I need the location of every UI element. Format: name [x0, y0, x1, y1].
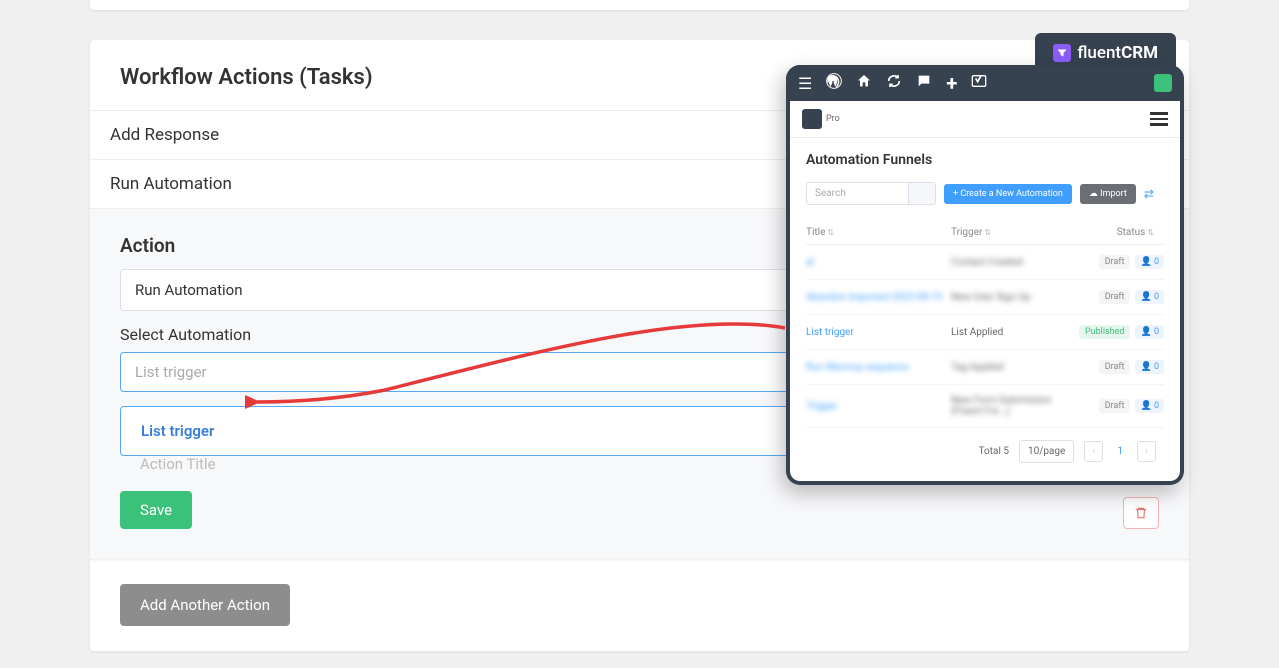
- sort-icon: ⇅: [827, 228, 834, 237]
- hamburger-icon[interactable]: [1150, 112, 1168, 126]
- action-title-hint: Action Title: [140, 455, 216, 473]
- fluentcrm-popup: ☰ + Pro Automation Funnels: [786, 65, 1184, 485]
- swap-icon[interactable]: ⇄: [1144, 187, 1154, 201]
- wordpress-icon[interactable]: [826, 73, 842, 93]
- per-page-select[interactable]: 10/page: [1019, 440, 1074, 463]
- status-badge: Draft: [1099, 399, 1131, 413]
- table-row[interactable]: List trigger List Applied Published👤 0: [806, 315, 1164, 350]
- next-page[interactable]: ›: [1137, 441, 1156, 462]
- pro-badge: Pro: [826, 114, 840, 124]
- status-badge: Draft: [1099, 290, 1131, 304]
- funnel-section-title: Automation Funnels: [806, 152, 1164, 168]
- count-badge: 👤 0: [1135, 325, 1164, 339]
- current-page: 1: [1113, 446, 1127, 457]
- create-automation-button[interactable]: + Create a New Automation: [944, 184, 1072, 204]
- col-title[interactable]: Title⇅: [806, 227, 951, 238]
- sort-icon: ⇅: [1147, 228, 1154, 237]
- automation-link[interactable]: List trigger: [806, 327, 951, 338]
- total-count: Total 5: [979, 446, 1009, 457]
- home-icon[interactable]: [856, 73, 872, 93]
- add-another-action-button[interactable]: Add Another Action: [120, 584, 290, 626]
- status-badge: Draft: [1099, 255, 1131, 269]
- fluentcrm-logo-icon: [1053, 44, 1071, 62]
- table-row[interactable]: al Contact Created Draft👤 0: [806, 245, 1164, 280]
- app-logo-icon: [802, 109, 822, 129]
- bottom-panel: Add Another Action: [90, 559, 1189, 651]
- save-button[interactable]: Save: [120, 491, 192, 529]
- count-badge: 👤 0: [1135, 290, 1164, 304]
- delete-button[interactable]: [1123, 497, 1159, 529]
- col-status[interactable]: Status⇅: [1081, 227, 1164, 238]
- table-row[interactable]: Trigger New Form Submission (Fluent For.…: [806, 385, 1164, 428]
- table-row[interactable]: Run Warmup sequence Tag Applied Draft👤 0: [806, 350, 1164, 385]
- comment-icon[interactable]: [916, 73, 932, 93]
- wp-admin-bar: ☰ +: [786, 65, 1184, 101]
- cloud-icon: ☁: [1089, 189, 1098, 199]
- trash-icon: [1134, 506, 1148, 520]
- plus-icon[interactable]: +: [946, 71, 957, 95]
- count-badge: 👤 0: [1135, 360, 1164, 374]
- import-button[interactable]: ☁ Import: [1080, 184, 1136, 204]
- sort-icon: ⇅: [984, 228, 991, 237]
- count-badge: 👤 0: [1135, 399, 1164, 413]
- menu-icon[interactable]: ☰: [798, 74, 812, 93]
- count-badge: 👤 0: [1135, 255, 1164, 269]
- yoast-icon[interactable]: [971, 73, 987, 93]
- status-badge: Published: [1079, 325, 1131, 339]
- prev-page[interactable]: ‹: [1084, 441, 1103, 462]
- search-input[interactable]: Search: [806, 182, 936, 205]
- col-trigger[interactable]: Trigger⇅: [951, 227, 1081, 238]
- table-row[interactable]: Abandon Imported 2022-08-19 New User Sig…: [806, 280, 1164, 315]
- status-badge: Draft: [1099, 360, 1131, 374]
- admin-badge-icon[interactable]: [1154, 74, 1172, 92]
- refresh-icon[interactable]: [886, 73, 902, 93]
